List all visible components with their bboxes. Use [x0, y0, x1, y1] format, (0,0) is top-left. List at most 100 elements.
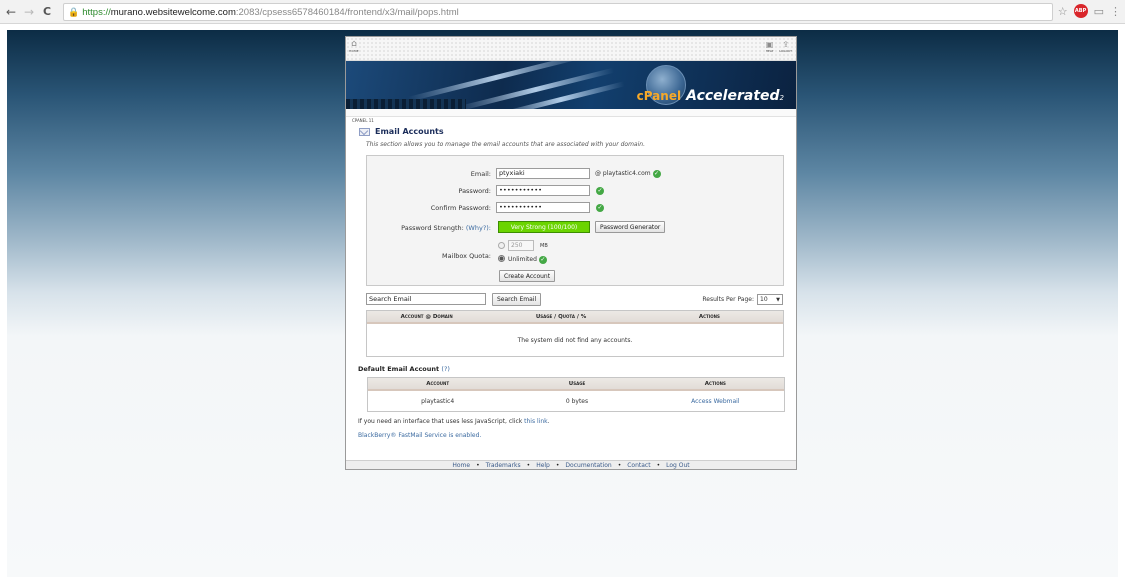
search-input[interactable]: Search Email: [366, 293, 486, 305]
results-per-page-label: Results Per Page:: [702, 296, 754, 303]
results-per-page: Results Per Page: 10 ▼: [702, 294, 783, 305]
unlimited-option: Unlimited ✓: [508, 256, 547, 264]
footer-link-logout[interactable]: Log Out: [666, 462, 690, 469]
star-icon[interactable]: ☆: [1058, 5, 1068, 18]
column-header-usage: Usage: [568, 380, 586, 387]
default-account-name: playtastic4: [421, 397, 455, 405]
less-javascript-link[interactable]: this link: [524, 418, 547, 425]
password-strength-text: Password Strength:: [401, 224, 464, 232]
footer-nav: Home • Trademarks • Help • Documentation…: [346, 460, 796, 469]
password-generator-button[interactable]: Password Generator: [595, 221, 666, 233]
logo-brand: cPanel: [636, 89, 682, 103]
house-icon: ⌂: [351, 39, 357, 49]
chevron-down-icon: ▼: [776, 296, 780, 303]
breadcrumb-label: CPANEL 11: [352, 118, 374, 123]
address-bar[interactable]: 🔒 https:// murano.websitewelcome.com :20…: [63, 3, 1053, 21]
quota-unit: MB: [540, 243, 548, 249]
check-icon: ✓: [538, 256, 547, 264]
mailbox-quota-label: Mailbox Quota:: [442, 252, 491, 260]
logout-icon: ⇪: [782, 40, 790, 49]
cpanel-banner: cPanel Accelerated2: [346, 61, 796, 109]
home-link[interactable]: ⌂ HOME: [349, 39, 359, 54]
password-field[interactable]: •••••••••••: [496, 185, 590, 196]
home-label: HOME: [349, 49, 359, 53]
column-header-account[interactable]: Account @ Domain: [367, 314, 486, 320]
quota-limited-radio[interactable]: [498, 242, 505, 249]
email-domain: @ playtastic4.com ✓: [595, 170, 661, 178]
footer-link-help[interactable]: Help: [536, 462, 550, 469]
footer-link-trademarks[interactable]: Trademarks: [486, 462, 521, 469]
column-header-usage[interactable]: Usage / Quota / %: [486, 314, 635, 320]
menu-icon[interactable]: ⋮: [1110, 5, 1121, 18]
help-icon: ▣: [765, 40, 774, 49]
forward-arrow-icon[interactable]: →: [22, 3, 36, 21]
create-account-button[interactable]: Create Account: [499, 270, 556, 282]
check-icon: ✓: [652, 170, 661, 178]
cpanel-topbar: ⌂ HOME ▣ HELP ⇪ LOGOUT: [346, 37, 796, 61]
less-javascript-prefix: If you need an interface that uses less …: [358, 418, 525, 425]
cpanel-window: ⌂ HOME ▣ HELP ⇪ LOGOUT cPanel Accelerate…: [345, 36, 797, 470]
section-description: This section allows you to manage the em…: [366, 141, 645, 148]
reload-icon[interactable]: C: [40, 3, 54, 21]
quota-input[interactable]: 250: [508, 240, 534, 251]
table-row: playtastic4 0 bytes Access Webmail: [368, 391, 784, 411]
email-label: Email:: [470, 170, 491, 178]
cast-icon[interactable]: ▭: [1094, 5, 1104, 18]
logo-version: 2: [779, 94, 784, 102]
email-domain-text: @ playtastic4.com: [595, 170, 651, 177]
default-account-usage: 0 bytes: [565, 397, 589, 405]
footer-link-documentation[interactable]: Documentation: [565, 462, 611, 469]
access-webmail-link[interactable]: Access Webmail: [647, 398, 784, 405]
default-account-table: Account Usage Actions playtastic4 0 byte…: [367, 377, 785, 412]
footer-separator: •: [617, 461, 622, 469]
column-header-actions: Actions: [698, 313, 720, 320]
check-icon: ✓: [596, 204, 604, 212]
footer-link-home[interactable]: Home: [452, 462, 470, 469]
less-javascript-suffix: .: [547, 418, 550, 425]
url-protocol: https://: [82, 6, 111, 18]
email-field[interactable]: ptyxiaki: [496, 168, 590, 179]
back-arrow-icon[interactable]: ←: [4, 3, 18, 21]
footer-separator: •: [526, 461, 531, 469]
envelope-icon: [359, 127, 370, 136]
table-header: Account Usage Actions: [368, 378, 784, 391]
page-title: Email Accounts: [359, 127, 783, 136]
confirm-password-field[interactable]: •••••••••••: [496, 202, 590, 213]
footer-separator: •: [555, 461, 560, 469]
help-link[interactable]: ▣ HELP: [766, 40, 774, 53]
footer-separator: •: [476, 461, 480, 469]
password-label: Password:: [458, 187, 491, 195]
empty-table-message: The system did not find any accounts.: [517, 336, 633, 344]
lock-icon: 🔒: [68, 6, 80, 17]
logout-link[interactable]: ⇪ LOGOUT: [779, 40, 792, 53]
unlimited-label: Unlimited: [508, 256, 537, 263]
logout-label: LOGOUT: [779, 49, 792, 53]
breadcrumb: CPANEL 11: [346, 109, 796, 123]
column-header-actions: Actions: [704, 380, 726, 387]
results-per-page-value: 10: [760, 296, 768, 303]
help-link[interactable]: (?): [441, 365, 450, 373]
email-accounts-table: Account @ Domain Usage / Quota / % Actio…: [366, 310, 784, 357]
url-path: :2083/cpsess6578460184/frontend/x3/mail/…: [235, 6, 459, 18]
page-title-text: Email Accounts: [375, 127, 444, 136]
quota-unlimited-radio[interactable]: [498, 255, 505, 262]
help-label: HELP: [765, 49, 774, 53]
table-header: Account @ Domain Usage / Quota / % Actio…: [367, 311, 783, 324]
search-email-button[interactable]: Search Email: [492, 293, 542, 306]
url-host: murano.websitewelcome.com: [110, 6, 236, 18]
logo-product: Accelerated: [686, 88, 780, 104]
less-javascript-note: If you need an interface that uses less …: [358, 418, 783, 425]
check-icon: ✓: [596, 187, 604, 195]
adblock-icon[interactable]: ABP: [1073, 4, 1088, 18]
default-account-title-text: Default Email Account: [358, 365, 440, 373]
blackberry-service-link[interactable]: BlackBerry® FastMail Service is enabled.: [358, 432, 783, 439]
footer-separator: •: [656, 461, 661, 469]
default-account-title: Default Email Account (?): [358, 365, 783, 373]
add-email-form: Email: ptyxiaki @ playtastic4.com ✓ Pass…: [366, 155, 784, 286]
search-bar: Search Email Search Email Results Per Pa…: [359, 290, 783, 310]
results-per-page-select[interactable]: 10 ▼: [757, 294, 783, 305]
browser-toolbar: ← → C 🔒 https:// murano.websitewelcome.c…: [0, 0, 1125, 24]
why-link[interactable]: (Why?):: [466, 224, 491, 232]
password-strength-label: Password Strength: (Why?):: [367, 224, 491, 232]
footer-link-contact[interactable]: Contact: [627, 462, 650, 469]
